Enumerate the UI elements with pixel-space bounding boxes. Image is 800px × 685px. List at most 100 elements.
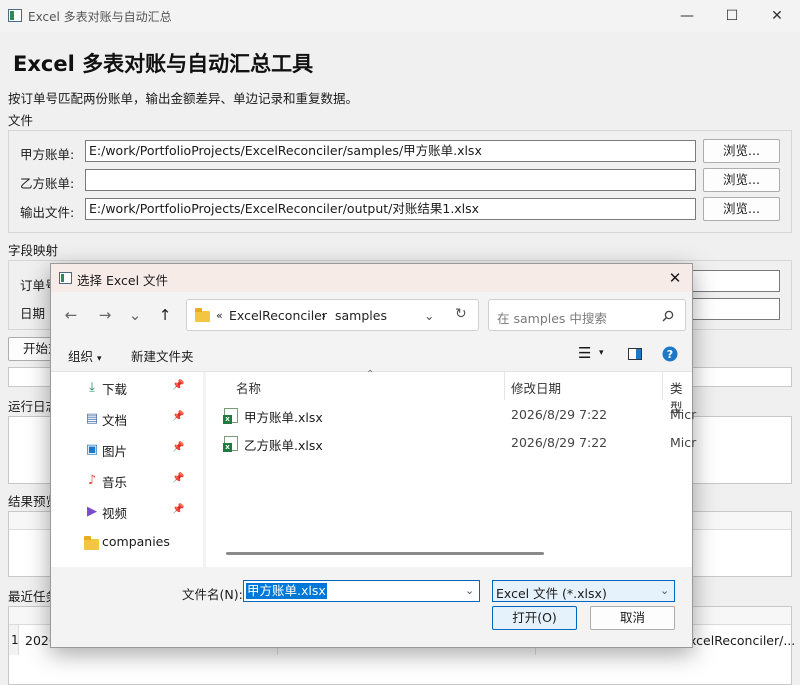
breadcrumb-excelreconciler[interactable]: ExcelReconciler — [229, 308, 327, 323]
filelist-horizontal-scrollbar[interactable] — [226, 552, 544, 555]
sort-ascending-icon: ⌃ — [366, 369, 375, 380]
chevron-down-icon: ▾ — [97, 354, 102, 364]
video-icon: ▶ — [87, 504, 97, 519]
refresh-icon[interactable]: ↻ — [455, 306, 467, 322]
excel-file-icon — [223, 408, 238, 424]
party-a-browse-button[interactable]: 浏览... — [703, 139, 780, 163]
filetype-value: Excel 文件 (*.xlsx) — [496, 586, 607, 601]
breadcrumb-overflow[interactable]: « — [216, 309, 223, 322]
party-a-label: 甲方账单: — [20, 147, 75, 162]
window-titlebar: Excel 多表对账与自动汇总 — ☐ ✕ — [0, 0, 800, 32]
file-type: Micr — [670, 435, 697, 450]
pin-icon: 📌 — [172, 380, 185, 391]
organize-label: 组织 — [68, 349, 94, 364]
filename-input[interactable]: 甲方账单.xlsx — [246, 583, 327, 599]
output-file-input[interactable]: E:/work/PortfolioProjects/ExcelReconcile… — [85, 198, 696, 220]
output-browse-button[interactable]: 浏览... — [703, 197, 780, 221]
back-arrow-icon[interactable]: ← — [60, 304, 82, 326]
party-b-browse-button[interactable]: 浏览... — [703, 168, 780, 192]
app-icon — [8, 9, 22, 22]
chevron-down-icon: ⌄ — [660, 584, 670, 597]
sidebar-item-label: 视频 — [102, 506, 128, 521]
new-folder-button[interactable]: 新建文件夹 — [131, 346, 194, 365]
sidebar-item-music[interactable]: ♪ 音乐 📌 — [84, 469, 202, 493]
sidebar-item-pictures[interactable]: ▣ 图片 📌 — [84, 438, 202, 462]
view-chevron-icon[interactable]: ▾ — [599, 348, 604, 358]
sidebar-item-videos[interactable]: ▶ 视频 📌 — [84, 500, 202, 524]
party-b-label: 乙方账单: — [20, 176, 75, 191]
open-button[interactable]: 打开(O) — [492, 606, 577, 630]
column-header-modified[interactable]: 修改日期 — [511, 378, 561, 397]
sidebar-item-label: 图片 — [102, 444, 128, 459]
view-options-icon[interactable]: ☰ — [578, 344, 591, 362]
column-header-name[interactable]: 名称 — [236, 378, 261, 397]
files-group: 甲方账单: E:/work/PortfolioProjects/ExcelRec… — [8, 130, 792, 233]
document-icon: ▤ — [85, 411, 99, 426]
up-arrow-icon[interactable]: ↑ — [154, 304, 176, 326]
sidebar-item-label: 音乐 — [102, 475, 128, 490]
dialog-titlebar: 选择 Excel 文件 ✕ — [51, 264, 692, 292]
breadcrumb-separator: › — [321, 308, 326, 323]
party-b-file-input[interactable] — [85, 169, 696, 191]
music-icon: ♪ — [87, 473, 97, 488]
date-label: 日期 — [20, 306, 46, 321]
svg-text:?: ? — [667, 348, 673, 361]
recent-row-index: 1 — [11, 633, 19, 647]
minimize-button[interactable]: — — [664, 2, 710, 30]
sidebar-item-documents[interactable]: ▤ 文档 📌 — [84, 407, 202, 431]
pin-icon: 📌 — [172, 442, 185, 453]
dialog-title: 选择 Excel 文件 — [77, 273, 169, 288]
excel-file-icon — [223, 436, 238, 452]
party-a-file-input[interactable]: E:/work/PortfolioProjects/ExcelReconcile… — [85, 140, 696, 162]
sidebar-item-companies[interactable]: companies — [84, 531, 202, 555]
filetype-select[interactable]: Excel 文件 (*.xlsx) ⌄ — [492, 580, 675, 602]
pin-icon: 📌 — [172, 411, 185, 422]
column-divider — [504, 372, 505, 400]
file-row[interactable]: 乙方账单.xlsx 2026/8/29 7:22 Micr — [206, 430, 697, 456]
sidebar-item-label: 文档 — [102, 413, 128, 428]
organize-menu[interactable]: 组织 ▾ — [68, 346, 102, 365]
sidebar-item-label: companies — [102, 534, 170, 549]
file-modified: 2026/8/29 7:22 — [511, 435, 608, 450]
search-box[interactable]: 在 samples 中搜索 — [488, 299, 686, 331]
file-list: ⌃ 名称 修改日期 类型 甲方账单.xlsx 2026/8/29 7:22 Mi… — [205, 369, 697, 567]
breadcrumb-samples[interactable]: samples — [335, 308, 387, 323]
close-button[interactable]: ✕ — [754, 2, 800, 30]
filename-label: 文件名(N): — [182, 587, 243, 602]
help-icon[interactable]: ? — [662, 346, 678, 362]
folder-icon — [84, 536, 99, 550]
files-section-label: 文件 — [8, 113, 34, 128]
preview-pane-icon[interactable] — [628, 348, 642, 360]
output-label: 输出文件: — [20, 205, 75, 220]
dialog-close-button[interactable]: ✕ — [664, 267, 686, 289]
file-row[interactable]: 甲方账单.xlsx 2026/8/29 7:22 Micr — [206, 402, 697, 428]
recent-row-path: xcelReconciler/... — [689, 633, 796, 648]
dialog-navbar: ← → ⌄ ↑ « ExcelReconciler › samples ⌄ ↻ … — [51, 292, 692, 336]
dialog-toolbar: 组织 ▾ 新建文件夹 ☰ ▾ ? — [51, 336, 692, 372]
sidebar-item-label: 下载 — [102, 382, 128, 397]
mapping-section-label: 字段映射 — [8, 243, 59, 258]
dialog-app-icon — [59, 272, 72, 284]
address-history-chevron-icon[interactable]: ⌄ — [424, 308, 434, 323]
page-title: Excel 多表对账与自动汇总工具 — [13, 52, 314, 76]
recent-locations-chevron-icon[interactable]: ⌄ — [124, 304, 146, 326]
file-type: Micr — [670, 407, 697, 422]
column-divider — [662, 372, 663, 400]
address-bar[interactable]: « ExcelReconciler › samples ⌄ ↻ — [186, 299, 479, 331]
cancel-button[interactable]: 取消 — [590, 606, 675, 630]
maximize-button[interactable]: ☐ — [709, 2, 755, 30]
chevron-down-icon[interactable]: ⌄ — [465, 584, 474, 597]
picture-icon: ▣ — [85, 442, 99, 457]
file-name: 甲方账单.xlsx — [244, 410, 323, 425]
search-icon — [662, 310, 674, 322]
filename-combobox[interactable]: 甲方账单.xlsx ⌄ — [243, 580, 480, 602]
sidebar-item-downloads[interactable]: ⤓ 下载 📌 — [84, 376, 202, 400]
download-icon: ⤓ — [89, 380, 95, 395]
navigation-pane: ⤓ 下载 📌 ▤ 文档 📌 ▣ 图片 📌 ♪ 音乐 📌 ▶ 视频 📌 compa… — [51, 372, 203, 567]
file-name: 乙方账单.xlsx — [244, 438, 323, 453]
search-input[interactable]: 在 samples 中搜索 — [497, 308, 607, 327]
forward-arrow-icon[interactable]: → — [94, 304, 116, 326]
page-subtitle: 按订单号匹配两份账单，输出金额差异、单边记录和重复数据。 — [8, 91, 359, 106]
file-open-dialog: 选择 Excel 文件 ✕ ← → ⌄ ↑ « ExcelReconciler … — [50, 263, 697, 648]
pin-icon: 📌 — [172, 473, 185, 484]
